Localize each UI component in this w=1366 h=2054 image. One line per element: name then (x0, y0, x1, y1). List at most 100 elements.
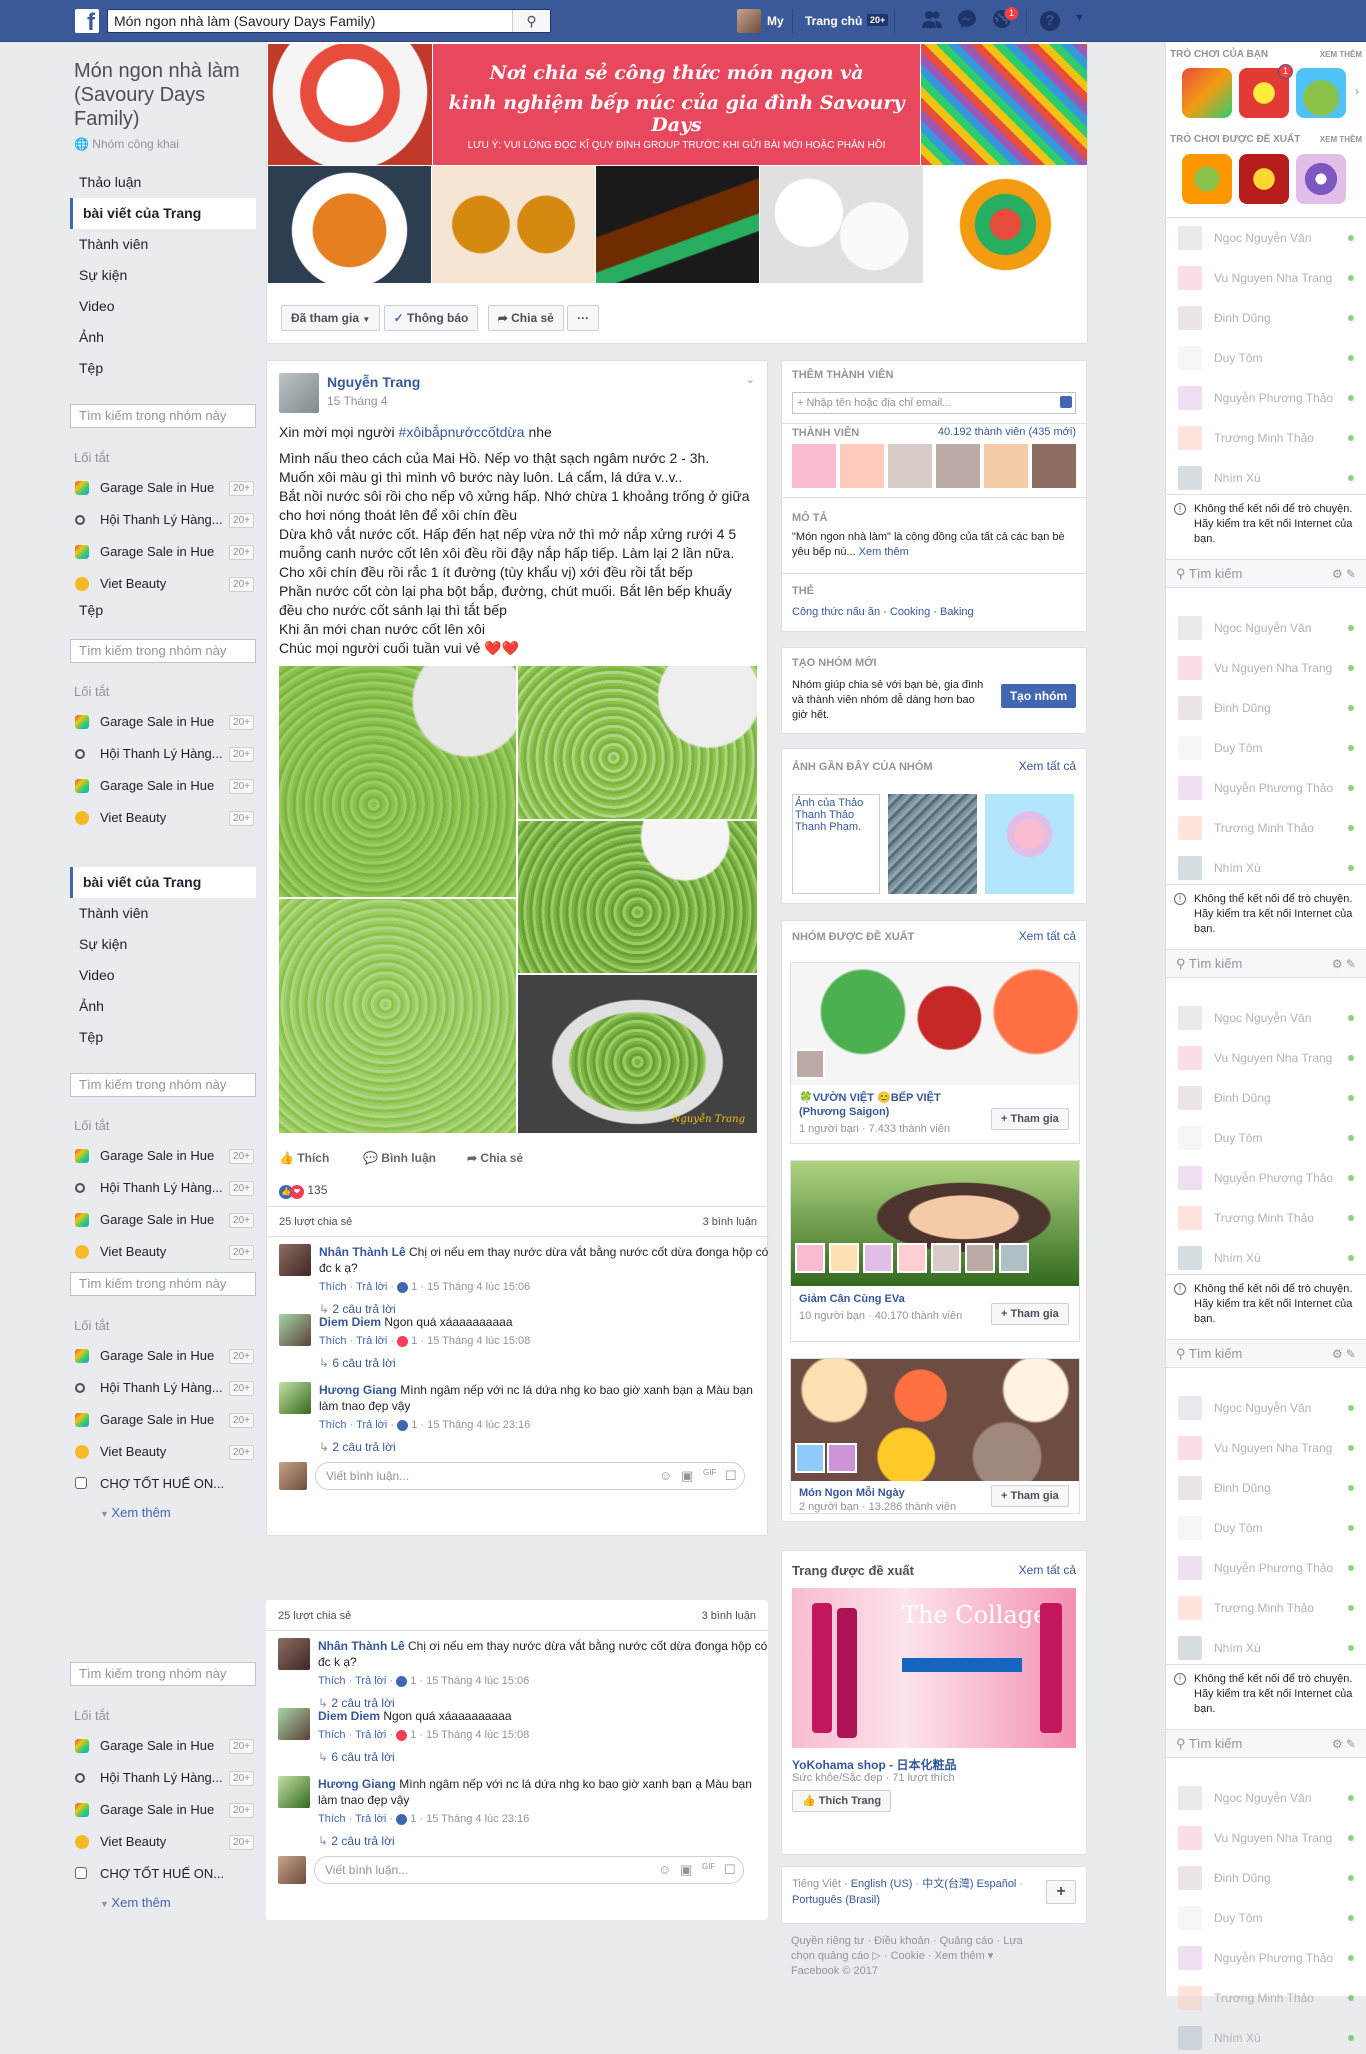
footer-links-text[interactable]: Quyền riêng tư · Điều khoản · Quảng cáo … (791, 1935, 1023, 1962)
profile-name[interactable]: My (767, 14, 784, 28)
language-link[interactable]: 中文(台灣) (922, 1878, 973, 1890)
chat-contact[interactable]: Duy Tôm (1170, 1902, 1362, 1934)
recent-photo[interactable] (888, 794, 977, 894)
group-nav-item[interactable]: Thành viên (70, 229, 256, 260)
like-page-button[interactable]: 👍 Thích Trang (792, 1790, 892, 1812)
comment-time[interactable]: 15 Tháng 4 lúc 23:16 (427, 1419, 530, 1431)
gif-icon[interactable]: GIF (703, 1468, 716, 1477)
emoji-icon[interactable]: ☺ (658, 1862, 671, 1877)
tag-link[interactable]: Cooking (890, 606, 930, 618)
post-photo-5[interactable]: Nguyễn Trang (518, 975, 757, 1133)
tag-link[interactable]: Baking (940, 606, 974, 618)
shortcut-item[interactable]: Garage Sale in Hue 20+ (70, 472, 256, 504)
chat-contact[interactable]: Vu Nguyen Nha Trang (1170, 262, 1362, 294)
language-link[interactable]: English (US) (851, 1878, 913, 1890)
more-options-button[interactable]: ··· (567, 305, 600, 331)
facebook-logo-icon[interactable]: f (75, 9, 99, 33)
profile-avatar[interactable] (737, 9, 761, 33)
commenter-name[interactable]: Hương Giang (318, 1777, 396, 1791)
group-nav-item[interactable]: Tệp (70, 353, 256, 384)
comment-reply-link[interactable]: Trả lời (356, 1335, 387, 1347)
chat-search[interactable]: ⚲ Tìm kiếm ⚙ ✎ (1166, 560, 1366, 588)
see-more-shortcuts[interactable]: ▼ Xem thêm (70, 1500, 256, 1526)
comment-reaction-count[interactable]: 1 (411, 1281, 417, 1293)
shortcut-item[interactable]: Viet Beauty 20+ (70, 1236, 256, 1268)
comment-reaction-count[interactable]: 1 (410, 1813, 416, 1825)
broken-photo-placeholder[interactable]: Ảnh của Thảo Thanh Thảo Thanh Phạm. (792, 794, 880, 894)
camera-icon[interactable]: ▣ (681, 1468, 693, 1484)
view-replies-link[interactable]: ↳ 6 câu trả lời (318, 1749, 768, 1765)
chat-settings-icon[interactable]: ⚙ ✎ (1332, 950, 1356, 978)
suggested-page-name[interactable]: YoKohama shop - 日本化粧品 (792, 1756, 956, 1773)
commenter-name[interactable]: Diem Diem (319, 1315, 381, 1329)
chat-contact[interactable]: Trương Minh Thảo (1170, 1982, 1362, 2014)
commenter-name[interactable]: Nhân Thành Lê (319, 1245, 406, 1259)
member-avatar[interactable] (888, 444, 932, 488)
joined-button[interactable]: Đã tham gia ▼ (281, 305, 381, 331)
commenter-avatar[interactable] (278, 1638, 310, 1670)
comments-count[interactable]: 3 bình luận (702, 1610, 756, 1622)
group-search-input[interactable]: Tìm kiếm trong nhóm này (70, 1073, 256, 1097)
group-nav-item[interactable]: Thành viên (70, 898, 256, 929)
chat-contact[interactable]: Duy Tôm (1170, 1512, 1362, 1544)
shortcut-item[interactable]: Viet Beauty 20+ (70, 1436, 256, 1468)
chat-contact[interactable]: Nhím Xù (1170, 462, 1362, 494)
group-nav-item[interactable]: Ảnh (70, 991, 256, 1022)
chat-contact[interactable]: Trương Minh Thảo (1170, 1202, 1362, 1234)
home-link[interactable]: Trang chủ (805, 14, 862, 28)
comment-reaction-count[interactable]: 1 (410, 1729, 416, 1741)
shortcut-item[interactable]: Garage Sale in Hue 20+ (70, 1204, 256, 1236)
shortcut-item[interactable]: Garage Sale in Hue 20+ (70, 770, 256, 802)
recent-photo[interactable] (985, 794, 1074, 894)
shares-count[interactable]: 25 lượt chia sẻ (278, 1610, 351, 1622)
help-icon[interactable]: ? (1040, 11, 1060, 31)
notifications-button[interactable]: ✓ Thông báo (383, 305, 479, 331)
member-avatar[interactable] (936, 444, 980, 488)
see-more-shortcuts[interactable]: ▼ Xem thêm (70, 1890, 256, 1916)
commenter-avatar[interactable] (278, 1708, 310, 1740)
shortcut-item[interactable]: Hội Thanh Lý Hàng... 20+ (70, 504, 256, 536)
cover-photo-lamb-chops[interactable] (596, 166, 759, 283)
suggested-group-name[interactable]: Giảm Cân Cùng EVa (799, 1293, 905, 1305)
chat-contact[interactable]: Vu Nguyen Nha Trang (1170, 1042, 1362, 1074)
comment-time[interactable]: 15 Tháng 4 lúc 15:06 (426, 1675, 529, 1687)
group-nav-item[interactable]: Sự kiện (70, 929, 256, 960)
comment-like-link[interactable]: Thích (318, 1813, 346, 1825)
shortcut-item[interactable]: Garage Sale in Hue 20+ (70, 536, 256, 568)
chat-contact[interactable]: Ngoc Nguyễn Văn (1170, 612, 1362, 644)
cover-photo-salad[interactable] (924, 166, 1087, 283)
language-link[interactable]: Español (977, 1878, 1017, 1890)
comment-time[interactable]: 15 Tháng 4 lúc 15:08 (427, 1335, 530, 1347)
chat-contact[interactable]: Nguyễn Phương Thảo (1170, 1942, 1362, 1974)
chat-contact[interactable]: Đinh Dũng (1170, 1082, 1362, 1114)
shares-count[interactable]: 25 lượt chia sẻ (279, 1216, 352, 1228)
chat-contact[interactable]: Nhím Xù (1170, 1242, 1362, 1274)
share-action[interactable]: ➦ Chia sẻ (467, 1151, 523, 1165)
post-hashtag[interactable]: #xôibắpnướccốtdừa (399, 424, 525, 440)
commenter-avatar[interactable] (279, 1244, 311, 1276)
commenter-avatar[interactable] (278, 1776, 310, 1808)
post-photo-2[interactable] (518, 666, 757, 819)
comment-reaction-count[interactable]: 1 (411, 1335, 417, 1347)
share-group-button[interactable]: ➦ Chia sẻ (487, 305, 564, 331)
suggested-page-ad-image[interactable]: The Collagen (792, 1588, 1076, 1748)
chat-contact[interactable]: Duy Tôm (1170, 342, 1362, 374)
post-photo-1[interactable] (279, 666, 516, 897)
member-avatar[interactable] (1032, 444, 1076, 488)
chat-contact[interactable]: Vu Nguyen Nha Trang (1170, 1432, 1362, 1464)
emoji-icon[interactable]: ☺ (659, 1468, 672, 1483)
member-avatar[interactable] (840, 444, 884, 488)
reactions-summary[interactable]: 👍 ❤ 135 (279, 1183, 327, 1199)
chat-contact[interactable]: Nhím Xù (1170, 1632, 1362, 1664)
shortcut-item[interactable]: Garage Sale in Hue 20+ (70, 706, 256, 738)
join-group-button[interactable]: + Tham gia (991, 1303, 1069, 1325)
group-search-input[interactable]: Tìm kiếm trong nhóm này (70, 1662, 256, 1686)
chat-contact[interactable]: Đinh Dũng (1170, 1862, 1362, 1894)
post-photo-3[interactable] (518, 821, 757, 973)
games-see-more[interactable]: XEM THÊM (1320, 50, 1362, 59)
comment-reply-link[interactable]: Trả lời (355, 1729, 386, 1741)
suggested-group-name[interactable]: 🍀VƯỜN VIỆT 😊BẾP VIỆT (Phương Saigon) (799, 1091, 989, 1119)
chat-contact[interactable]: Vu Nguyen Nha Trang (1170, 652, 1362, 684)
shortcut-item[interactable]: Hội Thanh Lý Hàng... 20+ (70, 1372, 256, 1404)
camera-icon[interactable]: ▣ (680, 1862, 692, 1878)
